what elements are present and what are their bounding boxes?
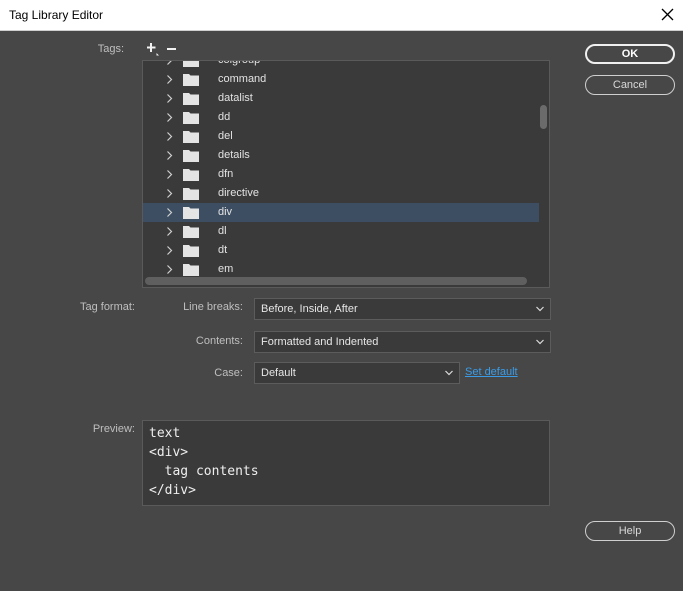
folder-icon <box>183 74 199 86</box>
folder-icon <box>183 61 199 67</box>
window-title: Tag Library Editor <box>9 8 104 22</box>
line-breaks-value: Before, Inside, After <box>261 303 358 315</box>
case-label: Case: <box>214 367 243 379</box>
tree-item-dd[interactable]: dd <box>143 108 539 127</box>
folder-icon <box>183 226 199 238</box>
chevron-right-icon[interactable] <box>165 246 174 255</box>
folder-icon <box>183 264 199 276</box>
tree-item-del[interactable]: del <box>143 127 539 146</box>
tree-item-label: del <box>218 130 233 142</box>
tag-format-label: Tag format: <box>79 301 135 313</box>
preview-label: Preview: <box>92 423 135 435</box>
tree-item-label: details <box>218 149 250 161</box>
tree-item-label: dfn <box>218 168 234 180</box>
tree-item-label: dd <box>218 111 231 123</box>
tree-item-label: datalist <box>218 92 253 104</box>
line-breaks-select[interactable]: Before, Inside, After <box>254 298 551 320</box>
tree-item-label: div <box>218 206 233 218</box>
tree-item-datalist[interactable]: datalist <box>143 89 539 108</box>
tree-item-label: directive <box>218 187 259 199</box>
tree-item-label: command <box>218 73 267 85</box>
preview-line: tag contents <box>149 464 259 479</box>
chevron-right-icon[interactable] <box>165 208 174 217</box>
tree-item-label: colgroup <box>218 60 261 66</box>
chevron-right-icon[interactable] <box>165 113 174 122</box>
folder-icon <box>183 131 199 143</box>
chevron-down-icon <box>536 306 544 312</box>
title-bar: Tag Library Editor <box>0 0 683 31</box>
folder-icon <box>183 169 199 181</box>
tag-tree[interactable]: colgroup command datalist dd del details dfn di… <box>142 60 550 288</box>
case-select[interactable]: Default <box>254 362 460 384</box>
preview-line: text <box>149 426 181 441</box>
tree-item-dfn[interactable]: dfn <box>143 165 539 184</box>
minus-icon <box>167 48 176 50</box>
tree-vertical-scrollbar[interactable] <box>540 105 547 129</box>
tree-item-label: em <box>218 263 234 275</box>
preview-line: <div> <box>149 445 189 460</box>
folder-icon <box>183 93 199 105</box>
tree-horizontal-scrollbar[interactable] <box>145 277 527 285</box>
chevron-down-icon <box>536 339 544 345</box>
close-button[interactable] <box>652 0 683 30</box>
ok-button[interactable]: OK <box>585 44 675 64</box>
close-icon <box>661 8 674 21</box>
tree-item-label: dl <box>218 225 227 237</box>
set-default-link[interactable]: Set default <box>465 366 518 378</box>
folder-icon <box>183 245 199 257</box>
chevron-right-icon[interactable] <box>165 265 174 274</box>
preview-box: text <div> tag contents </div> <box>142 420 550 506</box>
tree-item-colgroup[interactable]: colgroup <box>143 60 539 70</box>
case-value: Default <box>261 367 296 379</box>
help-button[interactable]: Help <box>585 521 675 541</box>
chevron-down-icon <box>445 370 453 376</box>
folder-icon <box>183 150 199 162</box>
add-tag-button[interactable] <box>146 42 160 56</box>
chevron-right-icon[interactable] <box>165 132 174 141</box>
chevron-right-icon[interactable] <box>165 227 174 236</box>
folder-icon <box>183 207 199 219</box>
contents-label: Contents: <box>195 335 243 347</box>
chevron-right-icon[interactable] <box>165 189 174 198</box>
chevron-right-icon[interactable] <box>165 75 174 84</box>
remove-tag-button[interactable] <box>165 42 179 56</box>
folder-icon <box>183 188 199 200</box>
folder-icon <box>183 112 199 124</box>
tree-item-div[interactable]: div <box>143 203 539 222</box>
cancel-button[interactable]: Cancel <box>585 75 675 95</box>
plus-icon <box>147 43 159 56</box>
line-breaks-label: Line breaks: <box>183 301 243 313</box>
contents-select[interactable]: Formatted and Indented <box>254 331 551 353</box>
tree-item-details[interactable]: details <box>143 146 539 165</box>
tree-item-command[interactable]: command <box>143 70 539 89</box>
preview-line: </div> <box>149 483 196 498</box>
chevron-right-icon[interactable] <box>165 94 174 103</box>
chevron-right-icon[interactable] <box>165 170 174 179</box>
tree-item-dt[interactable]: dt <box>143 241 539 260</box>
chevron-right-icon[interactable] <box>165 60 174 65</box>
tree-item-dl[interactable]: dl <box>143 222 539 241</box>
chevron-right-icon[interactable] <box>165 151 174 160</box>
contents-value: Formatted and Indented <box>261 336 379 348</box>
tree-item-directive[interactable]: directive <box>143 184 539 203</box>
tree-item-label: dt <box>218 244 228 256</box>
tags-label: Tags: <box>97 43 124 55</box>
